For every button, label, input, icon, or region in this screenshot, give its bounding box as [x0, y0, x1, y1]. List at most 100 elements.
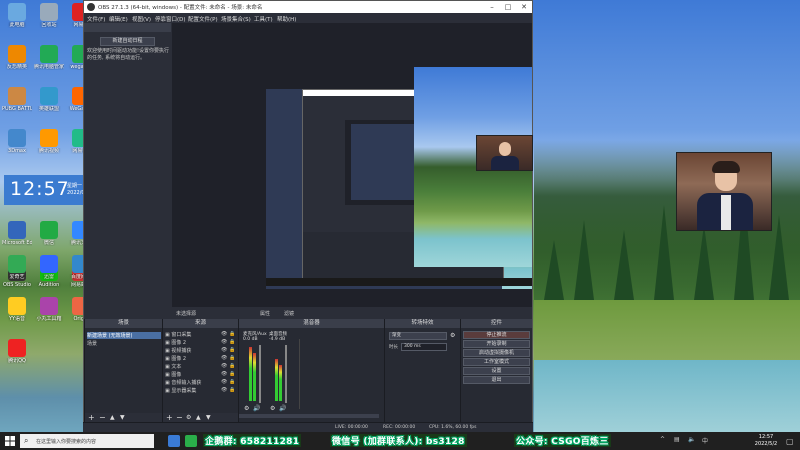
up-icon[interactable]: ▲: [110, 414, 115, 421]
source-item[interactable]: ▣ 窗口采集 👁 🔒: [165, 331, 235, 338]
chevron-up-icon[interactable]: ^: [660, 436, 665, 443]
lock-icon[interactable]: 🔒: [229, 355, 235, 361]
desktop-icon[interactable]: 小丸工具箱: [34, 297, 64, 322]
up-icon[interactable]: ▲: [196, 414, 201, 421]
speaker-icon[interactable]: 🔊: [253, 405, 260, 412]
overlay-wechat-id: 微信号 (加群联系人): bs3128: [330, 434, 467, 447]
desktop-icon[interactable]: YY语音: [2, 297, 32, 322]
source-item[interactable]: ▣ 显示器采集 👁 🔒: [165, 387, 235, 394]
volume-fader[interactable]: [259, 345, 261, 403]
stop-streaming-button[interactable]: 停止推流: [463, 331, 530, 339]
down-icon[interactable]: ▼: [206, 414, 211, 421]
app-icon: [8, 129, 26, 147]
wechat-icon[interactable]: [185, 435, 197, 447]
visibility-icon[interactable]: 👁: [221, 379, 227, 385]
desktop-icon[interactable]: 爱奇艺: [2, 255, 32, 280]
duration-input[interactable]: 300 ms: [401, 343, 447, 351]
volume-fader[interactable]: [285, 345, 287, 403]
remove-icon[interactable]: −: [176, 413, 183, 422]
desktop-icon[interactable]: 反恐精英: [2, 45, 32, 70]
scenes-dock: 场景 新建场景 (无效场景) 场景 + − ▲ ▼: [84, 319, 162, 423]
desktop-icon[interactable]: 腾讯视频: [34, 129, 64, 154]
filters-button[interactable]: 滤镜: [284, 310, 294, 317]
desktop-icon[interactable]: Microsoft Edge: [2, 221, 32, 246]
menu-view[interactable]: 视图(V): [132, 15, 151, 23]
source-item[interactable]: ▣ 文本 👁 🔒: [165, 363, 235, 370]
obs-status-bar: LIVE: 00:00:00 REC: 00:00:00 CPU: 1.6%, …: [83, 422, 533, 432]
settings-button[interactable]: 设置: [463, 367, 530, 375]
menu-help[interactable]: 帮助(H): [277, 15, 296, 23]
desktop-icon[interactable]: PUBG BATTLEGR...: [2, 87, 32, 112]
scene-item[interactable]: 场景: [87, 340, 161, 347]
gear-icon[interactable]: ⚙: [450, 332, 455, 339]
source-item[interactable]: ▣ 图像 👁 🔒: [165, 371, 235, 378]
ime-icon[interactable]: 中: [702, 436, 708, 445]
source-item[interactable]: ▣ 图像 2 👁 🔒: [165, 339, 235, 346]
notification-icon[interactable]: ▢: [786, 437, 794, 446]
menu-docks[interactable]: 停靠窗口(D): [155, 15, 186, 23]
desktop-icon[interactable]: 微信: [34, 221, 64, 246]
exit-button[interactable]: 退出: [463, 376, 530, 384]
lock-icon[interactable]: 🔒: [229, 347, 235, 353]
visibility-icon[interactable]: 👁: [221, 339, 227, 345]
lock-icon[interactable]: 🔒: [229, 331, 235, 337]
down-icon[interactable]: ▼: [120, 414, 125, 421]
desktop-icon[interactable]: 回收站: [34, 3, 64, 28]
windows-start-icon[interactable]: [5, 436, 15, 446]
menu-profile[interactable]: 配置文件(P): [188, 15, 218, 23]
remove-icon[interactable]: −: [99, 413, 106, 422]
desktop-icon[interactable]: 腾讯电脑管家: [34, 45, 64, 70]
add-icon[interactable]: +: [166, 413, 173, 422]
start-recording-button[interactable]: 开始录制: [463, 340, 530, 348]
desktop-icon-label: 腾讯电脑管家: [34, 64, 64, 70]
scene-item[interactable]: 新建场景 (无效场景): [87, 332, 161, 339]
visibility-icon[interactable]: 👁: [221, 387, 227, 393]
lock-icon[interactable]: 🔒: [229, 379, 235, 385]
desktop-icon[interactable]: 3Dmax: [2, 129, 32, 154]
visibility-icon[interactable]: 👁: [221, 371, 227, 377]
tray-clock[interactable]: 12:57 2022/5/2: [751, 434, 781, 448]
title-bar[interactable]: OBS 27.1.3 (64-bit, windows) - 配置文件: 未命名…: [84, 1, 532, 13]
menu-file[interactable]: 文件(F): [87, 15, 105, 23]
properties-button[interactable]: 属性: [260, 310, 270, 317]
new-schedule-button[interactable]: 新建自动日程: [100, 37, 155, 46]
task-view-icon[interactable]: [168, 435, 180, 447]
source-item[interactable]: ▣ 音频输入捕获 👁 🔒: [165, 379, 235, 386]
menu-scene-collection[interactable]: 场景集合(S): [221, 15, 251, 23]
desktop-icon-label: 迅雷: [43, 274, 54, 280]
visibility-icon[interactable]: 👁: [221, 331, 227, 337]
lock-icon[interactable]: 🔒: [229, 339, 235, 345]
add-icon[interactable]: +: [88, 413, 95, 422]
desktop-icon[interactable]: 此电脑: [2, 3, 32, 28]
desktop-icon-label: 反恐精英: [6, 64, 27, 70]
studio-mode-button[interactable]: 工作室模式: [463, 358, 530, 366]
gear-icon[interactable]: ⚙: [270, 405, 275, 412]
source-item[interactable]: ▣ 图像 2 👁 🔒: [165, 355, 235, 362]
desktop-icon-label: 小丸工具箱: [36, 316, 62, 322]
gear-icon[interactable]: ⚙: [244, 405, 249, 412]
minimize-icon[interactable]: –: [484, 2, 500, 12]
visibility-icon[interactable]: 👁: [221, 355, 227, 361]
desktop-icon-label: 腾讯视频: [38, 148, 59, 154]
taskbar-search-box[interactable]: ⌕ 在这里输入你要搜索的内容: [20, 434, 154, 448]
visibility-icon[interactable]: 👁: [221, 347, 227, 353]
volume-icon[interactable]: 🔈: [688, 436, 695, 443]
close-icon[interactable]: ✕: [516, 2, 532, 12]
lock-icon[interactable]: 🔒: [229, 371, 235, 377]
menu-tools[interactable]: 工具(T): [254, 15, 273, 23]
lock-icon[interactable]: 🔒: [229, 387, 235, 393]
gear-icon[interactable]: ⚙: [186, 414, 191, 421]
network-icon[interactable]: ▤: [674, 436, 680, 443]
desktop-icon[interactable]: 腾讯QQ: [2, 339, 32, 364]
transition-select[interactable]: 渐变: [389, 332, 447, 340]
menu-edit[interactable]: 编辑(E): [109, 15, 128, 23]
start-virtual-camera-button[interactable]: 启动虚拟摄像机: [463, 349, 530, 357]
mixer-scrollbar[interactable]: [239, 414, 379, 418]
desktop-icon[interactable]: 英雄联盟: [34, 87, 64, 112]
lock-icon[interactable]: 🔒: [229, 363, 235, 369]
speaker-icon[interactable]: 🔊: [279, 405, 286, 412]
source-item[interactable]: ▣ 视频捕获 👁 🔒: [165, 347, 235, 354]
visibility-icon[interactable]: 👁: [221, 363, 227, 369]
desktop-icon[interactable]: 迅雷: [34, 255, 64, 280]
maximize-icon[interactable]: □: [500, 2, 516, 12]
